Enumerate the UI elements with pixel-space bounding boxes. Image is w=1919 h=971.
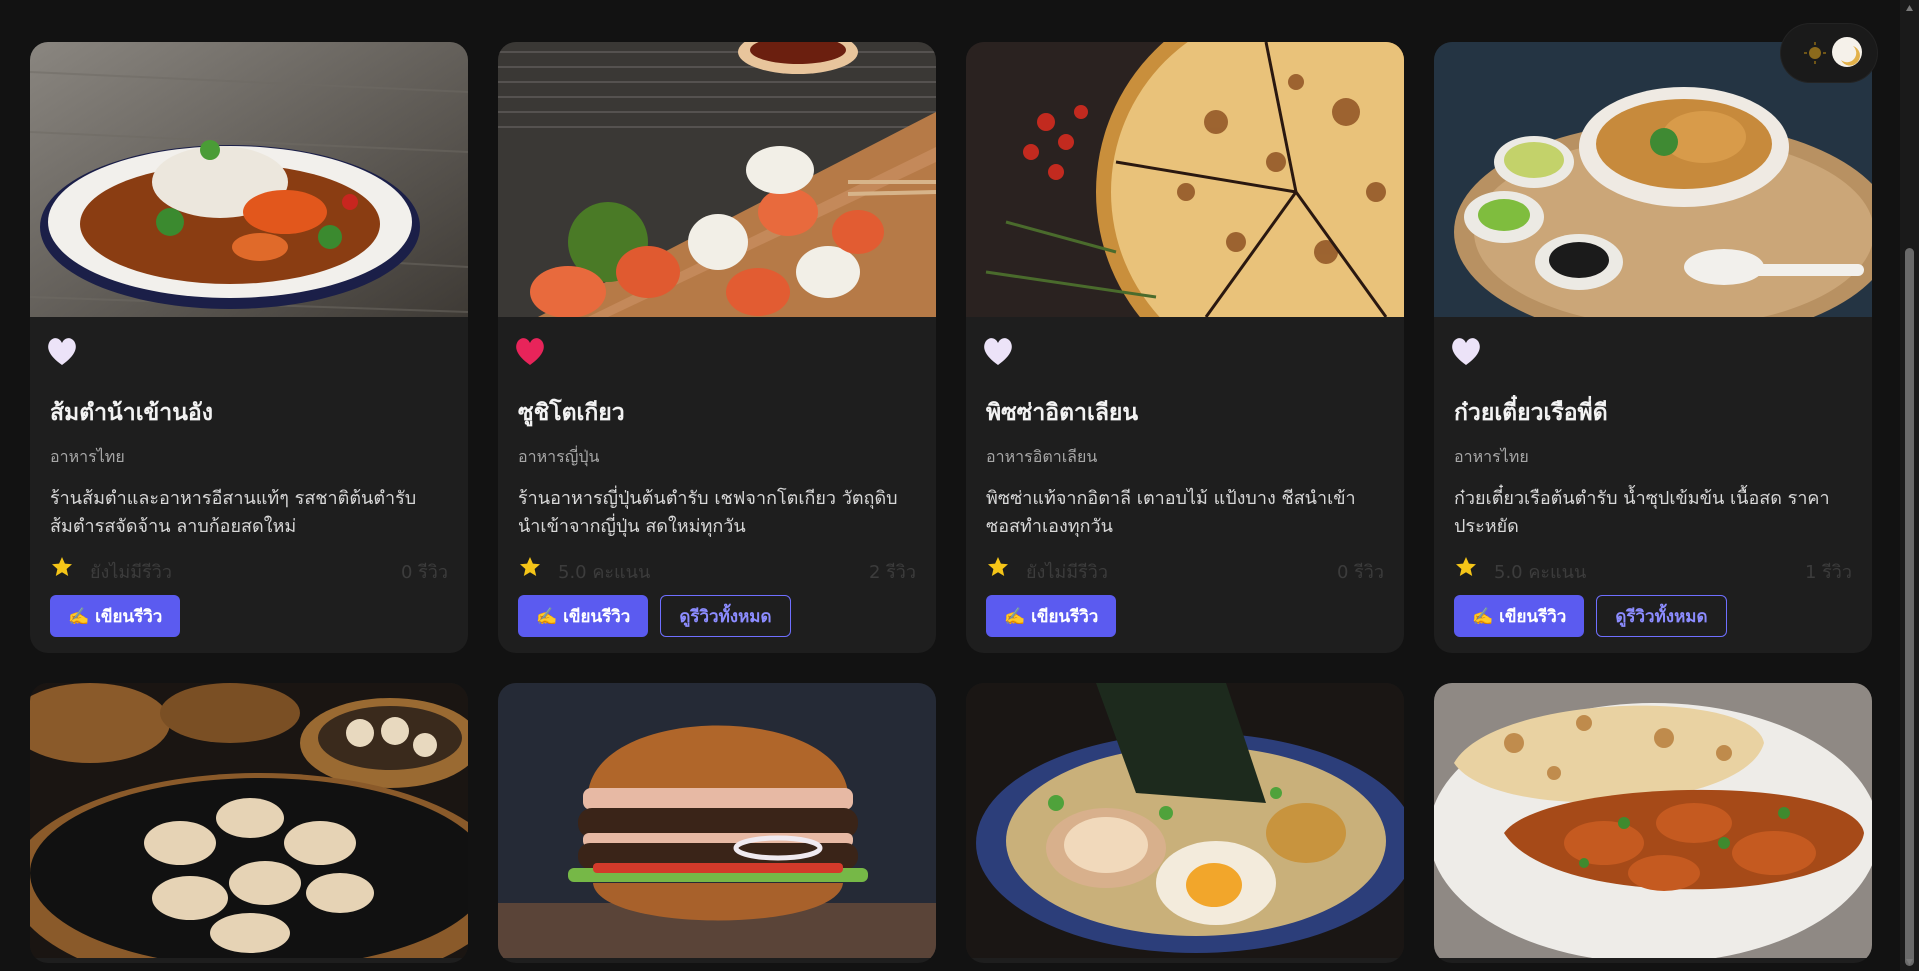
scroll-up-icon[interactable]	[1905, 4, 1914, 12]
rating-text: 5.0 คะแนน	[558, 562, 651, 583]
heart-icon[interactable]	[44, 333, 80, 369]
rating-text: ยังไม่มีรีวิว	[1026, 562, 1109, 583]
moon-icon[interactable]	[1831, 36, 1863, 68]
star-icon	[520, 557, 540, 576]
card-actions: ✍️ เขียนรีวิว ดูรีวิวทั้งหมด	[1454, 595, 1727, 637]
theme-toggle[interactable]	[1781, 24, 1877, 82]
write-review-button[interactable]: ✍️ เขียนรีวิว	[50, 595, 181, 637]
heart-icon[interactable]	[1448, 333, 1484, 369]
restaurant-card[interactable]: ส้มตำน้าเข้านอัง อาหารไทย ร้านส้มตำและอา…	[30, 42, 468, 653]
rating-text: 5.0 คะแนน	[1494, 562, 1587, 583]
restaurant-category: อาหารอิตาเลียน	[986, 447, 1098, 466]
restaurant-card[interactable]	[498, 683, 936, 963]
view-all-reviews-button[interactable]: ดูรีวิวทั้งหมด	[1596, 595, 1727, 637]
restaurant-card[interactable]	[966, 683, 1404, 963]
restaurant-category: อาหารไทย	[1454, 447, 1529, 466]
sushi-photo[interactable]	[498, 42, 936, 317]
ramen-photo[interactable]	[966, 683, 1404, 958]
review-count: 0 รีวิว	[400, 562, 448, 583]
restaurant-name[interactable]: ก๋วยเตี๋ยวเรือพี่ดี	[1454, 395, 1608, 431]
curry-bowl-photo[interactable]	[30, 42, 468, 317]
restaurant-description: ร้านอาหารญี่ปุ่นต้นตำรับ เชฟจากโตเกียว ว…	[518, 488, 898, 537]
pizza-photo[interactable]	[966, 42, 1404, 317]
restaurant-name[interactable]: พิซซ่าอิตาเลียน	[986, 395, 1138, 431]
curry-naan-photo[interactable]	[1434, 683, 1872, 958]
restaurant-card[interactable]	[30, 683, 468, 963]
restaurant-grid: ส้มตำน้าเข้านอัง อาหารไทย ร้านส้มตำและอา…	[30, 42, 1872, 963]
rating-row: 5.0 คะแนน 1 รีวิว	[1454, 555, 1852, 583]
restaurant-card[interactable]: ซูชิโตเกียว อาหารญี่ปุ่น ร้านอาหารญี่ปุ่…	[498, 42, 936, 653]
card-actions: ✍️ เขียนรีวิว	[986, 595, 1117, 637]
restaurant-category: อาหารไทย	[50, 447, 125, 466]
restaurant-card[interactable]: พิซซ่าอิตาเลียน อาหารอิตาเลียน พิซซ่าแท้…	[966, 42, 1404, 653]
card-actions: ✍️ เขียนรีวิว ดูรีวิวทั้งหมด	[518, 595, 791, 637]
rating-row: 5.0 คะแนน 2 รีวิว	[518, 555, 916, 583]
restaurant-description: พิซซ่าแท้จากอิตาลี เตาอบไม้ แป้งบาง ชีสน…	[986, 488, 1356, 537]
restaurant-name[interactable]: ส้มตำน้าเข้านอัง	[50, 395, 213, 431]
write-review-button[interactable]: ✍️ เขียนรีวิว	[518, 595, 649, 637]
restaurant-description: ร้านส้มตำและอาหารอีสานแท้ๆ รสชาติต้นตำรั…	[50, 488, 417, 537]
dumplings-photo[interactable]	[30, 683, 468, 958]
star-icon	[52, 557, 72, 576]
card-actions: ✍️ เขียนรีวิว	[50, 595, 181, 637]
restaurant-card[interactable]: ก๋วยเตี๋ยวเรือพี่ดี อาหารไทย ก๋วยเตี๋ยวเ…	[1434, 42, 1872, 653]
restaurant-description: ก๋วยเตี๋ยวเรือต้นตำรับ น้ำซุปเข้มข้น เนื…	[1454, 488, 1830, 537]
scroll-thumb[interactable]	[1905, 248, 1914, 966]
view-all-reviews-button[interactable]: ดูรีวิวทั้งหมด	[660, 595, 791, 637]
star-icon	[1456, 557, 1476, 576]
vertical-scrollbar[interactable]	[1900, 0, 1919, 971]
restaurant-category: อาหารญี่ปุ่น	[518, 447, 600, 466]
rating-row: ยังไม่มีรีวิว 0 รีวิว	[50, 555, 448, 583]
rating-text: ยังไม่มีรีวิว	[90, 562, 173, 583]
write-review-button[interactable]: ✍️ เขียนรีวิว	[986, 595, 1117, 637]
review-count: 2 รีวิว	[868, 562, 916, 583]
scroll-down-icon[interactable]	[1905, 958, 1914, 966]
restaurant-card[interactable]	[1434, 683, 1872, 963]
star-icon	[988, 557, 1008, 576]
heart-icon[interactable]	[512, 333, 548, 369]
noodle-bowl-photo[interactable]	[1434, 42, 1872, 317]
sun-icon[interactable]	[1803, 41, 1827, 65]
review-count: 1 รีวิว	[1804, 562, 1852, 583]
restaurant-grid-page: ส้มตำน้าเข้านอัง อาหารไทย ร้านส้มตำและอา…	[0, 0, 1919, 971]
heart-icon[interactable]	[980, 333, 1016, 369]
restaurant-name[interactable]: ซูชิโตเกียว	[518, 395, 625, 431]
burger-photo[interactable]	[498, 683, 936, 958]
write-review-button[interactable]: ✍️ เขียนรีวิว	[1454, 595, 1585, 637]
rating-row: ยังไม่มีรีวิว 0 รีวิว	[986, 555, 1384, 583]
review-count: 0 รีวิว	[1336, 562, 1384, 583]
